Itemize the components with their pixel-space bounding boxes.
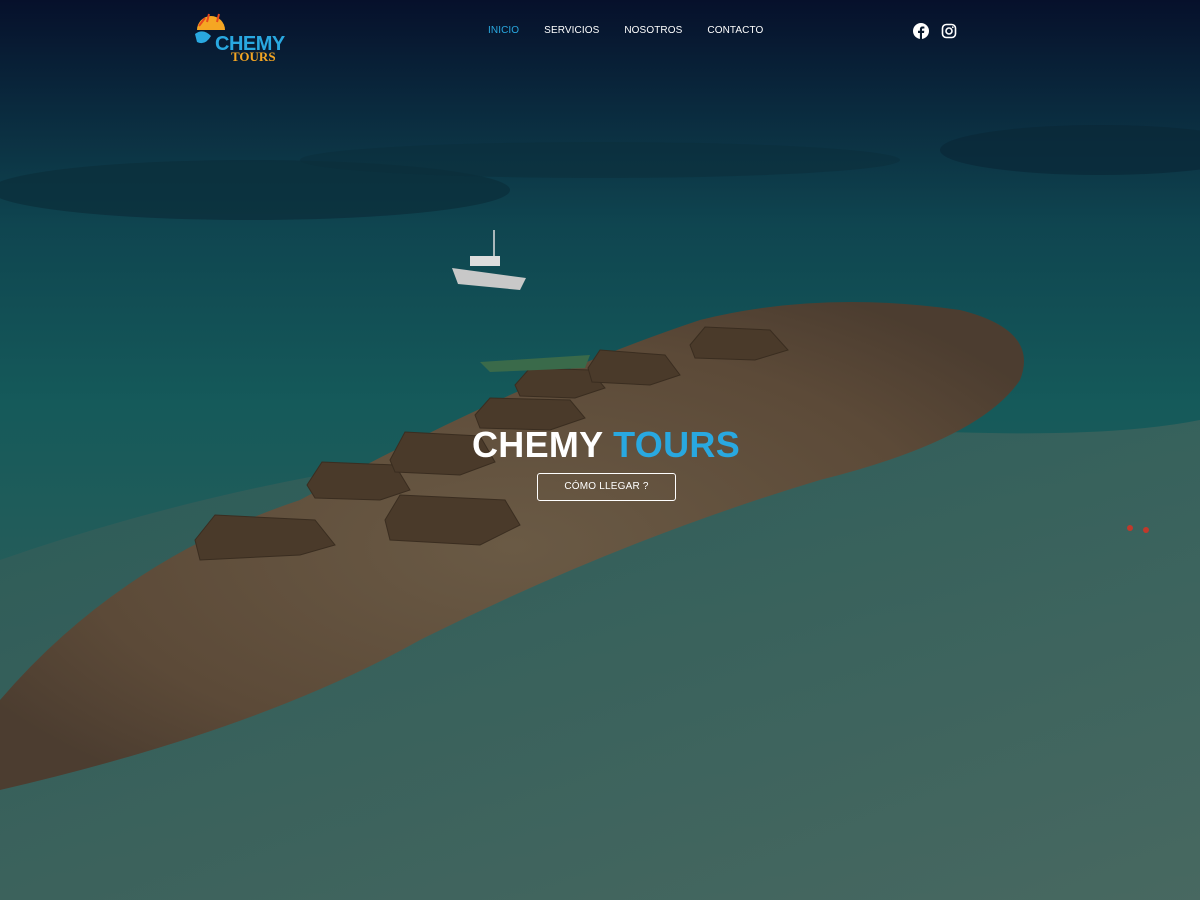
como-llegar-button[interactable]: CÓMO LLEGAR ? (537, 473, 676, 501)
nav-item-servicios[interactable]: SERVICIOS (544, 25, 599, 36)
main-nav: INICIO SERVICIOS NOSOTROS CONTACTO (488, 25, 788, 36)
hero-title-main: CHEMY (471, 424, 603, 465)
facebook-icon[interactable] (913, 23, 929, 39)
hero-section: CHEMY TOURS INICIO SERVICIOS NOSOTROS CO… (0, 0, 1200, 900)
hero-title-accent: TOURS (613, 424, 741, 465)
logo-sub: TOURS (231, 49, 276, 64)
nav-item-inicio[interactable]: INICIO (488, 25, 519, 36)
instagram-icon[interactable] (941, 23, 957, 39)
logo[interactable]: CHEMY TOURS (193, 12, 291, 64)
nav-item-nosotros[interactable]: NOSOTROS (624, 25, 682, 36)
site-header: CHEMY TOURS INICIO SERVICIOS NOSOTROS CO… (0, 0, 1200, 64)
nav-item-contacto[interactable]: CONTACTO (707, 25, 763, 36)
hero-title: CHEMY TOURS (0, 424, 1200, 466)
social-links (913, 23, 957, 39)
